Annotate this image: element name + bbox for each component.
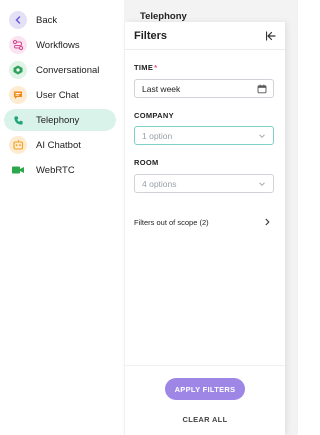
sidebar-item-workflows[interactable]: Workflows	[4, 34, 116, 56]
apply-filters-button[interactable]: APPLY FILTERS	[165, 378, 245, 400]
phone-icon	[9, 111, 27, 129]
main-area: Telephony Filters TIME* Last week COMPAN…	[124, 0, 298, 435]
time-label: TIME*	[134, 63, 157, 72]
time-select[interactable]: Last week	[134, 79, 274, 98]
room-value: 4 options	[142, 178, 177, 189]
chevron-right-icon	[265, 218, 270, 226]
sidebar: Back Workflows Conversational User Chat …	[0, 0, 125, 435]
sidebar-item-label: Back	[36, 14, 58, 26]
time-value: Last week	[142, 83, 181, 94]
chat-bubble-icon	[9, 86, 27, 104]
collapse-left-icon	[266, 31, 276, 41]
sidebar-item-user-chat[interactable]: User Chat	[4, 84, 116, 106]
room-label: ROOM	[134, 158, 159, 167]
required-mark: *	[154, 63, 158, 72]
collapse-panel-button[interactable]	[264, 29, 278, 43]
sidebar-item-back[interactable]: Back	[4, 9, 116, 31]
sidebar-item-label: Telephony	[36, 114, 80, 126]
filters-out-of-scope-label: Filters out of scope (2)	[134, 217, 209, 227]
robot-icon	[9, 136, 27, 154]
sidebar-item-webrtc[interactable]: WebRTC	[4, 159, 116, 181]
sidebar-item-telephony[interactable]: Telephony	[4, 109, 116, 131]
page-title: Telephony	[140, 11, 187, 22]
filters-panel: Filters TIME* Last week COMPANY 1 option	[125, 22, 285, 435]
company-value: 1 option	[142, 130, 173, 141]
calendar-icon	[257, 84, 267, 94]
workflow-icon	[9, 36, 27, 54]
filters-title: Filters	[134, 30, 168, 42]
sidebar-item-label: Workflows	[36, 39, 80, 51]
sidebar-item-label: AI Chatbot	[36, 139, 81, 151]
divider	[125, 365, 285, 366]
sidebar-item-label: Conversational	[36, 64, 100, 76]
sidebar-item-ai-chatbot[interactable]: AI Chatbot	[4, 134, 116, 156]
chevron-down-icon	[259, 182, 265, 186]
divider	[125, 49, 285, 50]
room-select[interactable]: 4 options	[134, 174, 274, 193]
filters-out-of-scope-row[interactable]: Filters out of scope (2)	[134, 215, 274, 229]
sidebar-item-label: User Chat	[36, 89, 79, 101]
conversational-icon	[9, 61, 27, 79]
time-label-text: TIME	[134, 63, 154, 72]
chevron-down-icon	[259, 134, 265, 138]
clear-all-button[interactable]: CLEAR ALL	[165, 412, 245, 426]
sidebar-item-label: WebRTC	[36, 164, 75, 176]
video-camera-icon	[9, 161, 27, 179]
chevron-left-icon	[9, 11, 27, 29]
company-select[interactable]: 1 option	[134, 126, 274, 145]
company-label: COMPANY	[134, 111, 174, 120]
sidebar-item-conversational[interactable]: Conversational	[4, 59, 116, 81]
